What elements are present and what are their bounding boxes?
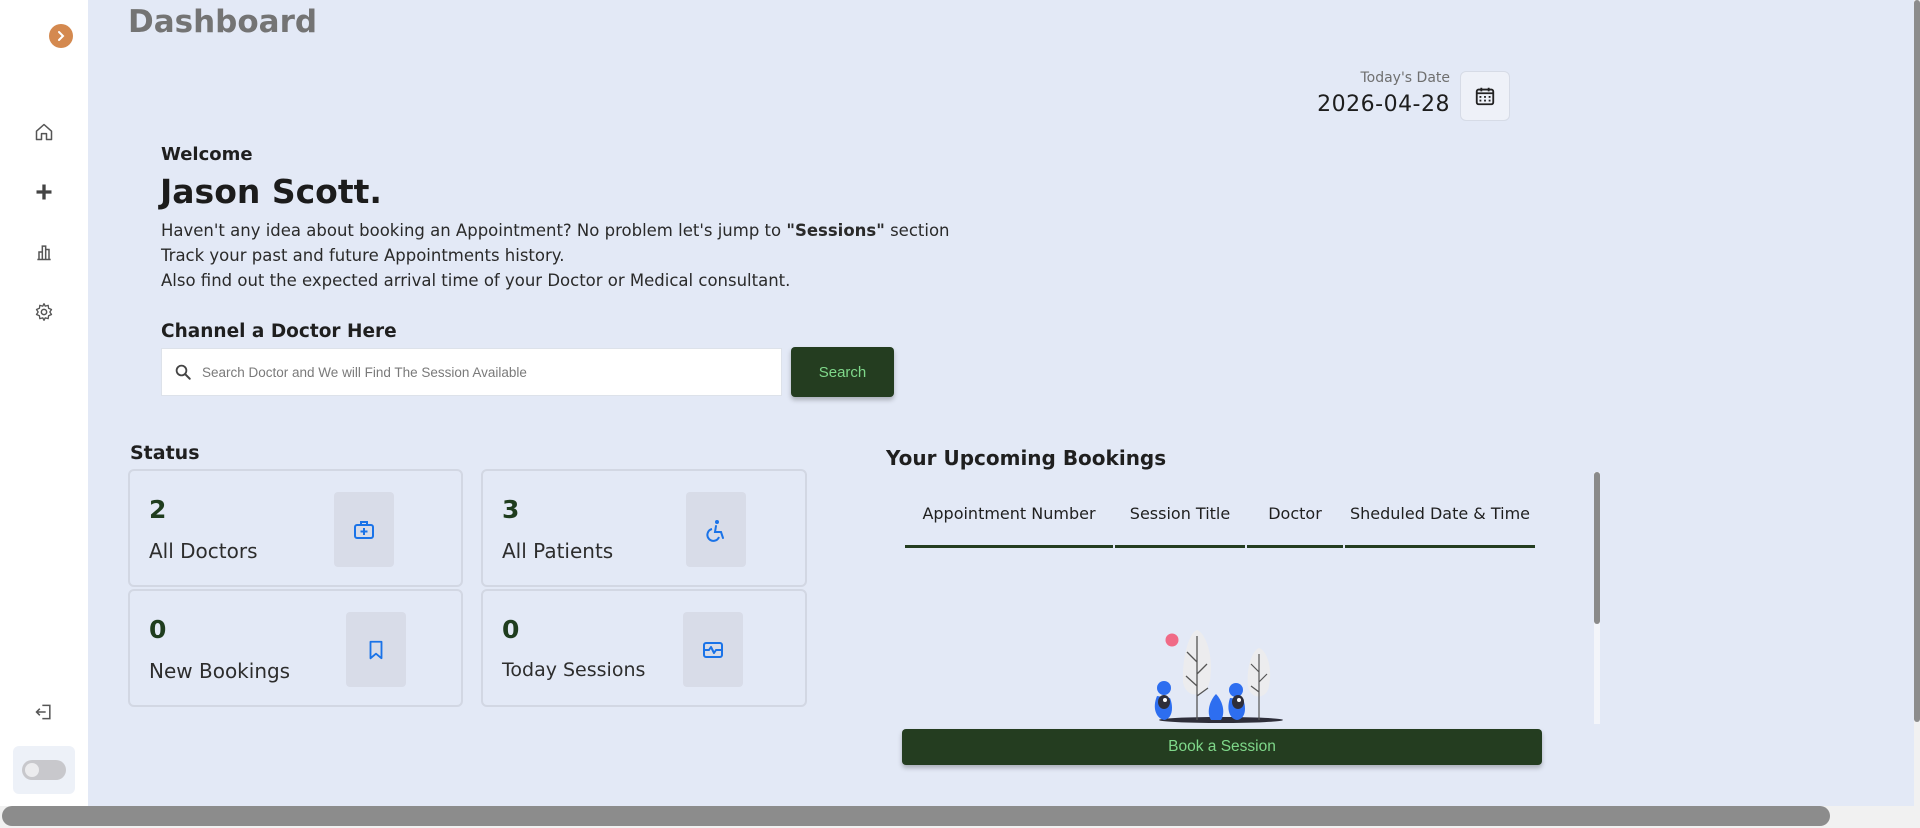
collapse-sidebar-button[interactable]	[49, 24, 73, 48]
bookings-label: New Bookings	[149, 659, 291, 683]
sessions-label: Today Sessions	[502, 659, 646, 681]
search-button[interactable]: Search	[791, 347, 894, 397]
doctors-label: All Doctors	[149, 539, 258, 563]
sidebar-item-stats[interactable]	[32, 240, 56, 264]
intro-text: Haven't any idea about booking an Appoin…	[161, 218, 950, 293]
bar-chart-icon	[37, 245, 51, 261]
sessions-keyword: "Sessions"	[786, 221, 885, 240]
theme-toggle[interactable]	[22, 760, 66, 780]
date-value: 2026-04-28	[1317, 92, 1450, 117]
column-header[interactable]: Doctor	[1247, 482, 1343, 548]
accessible-icon	[706, 519, 724, 542]
sidebar-item-add[interactable]	[32, 180, 56, 204]
home-icon	[35, 123, 53, 141]
sidebar	[0, 0, 88, 810]
vertical-scrollbar[interactable]	[1914, 0, 1920, 722]
status-card-patients[interactable]: 3 All Patients	[481, 469, 807, 587]
logout-button[interactable]	[32, 700, 56, 724]
page-title: Dashboard	[128, 4, 318, 40]
status-card-sessions[interactable]: 0 Today Sessions	[481, 589, 807, 707]
status-card-bookings[interactable]: 0 New Bookings	[128, 589, 463, 707]
bookings-icon-box	[346, 612, 406, 687]
theme-toggle-container	[13, 746, 75, 794]
medical-kit-icon	[354, 520, 374, 539]
plus-icon	[36, 184, 52, 200]
gear-icon	[35, 303, 53, 321]
intro-line-2: Track your past and future Appointments …	[161, 246, 565, 265]
heartbeat-icon	[703, 641, 723, 658]
welcome-heading: Welcome	[161, 144, 253, 165]
column-header[interactable]: Session Title	[1115, 482, 1245, 548]
sessions-count: 0	[502, 615, 520, 644]
doctors-count: 2	[149, 495, 167, 524]
patients-icon-box	[686, 492, 746, 567]
channel-title: Channel a Doctor Here	[161, 321, 397, 342]
column-header[interactable]: Appointment Number	[905, 482, 1113, 548]
logout-icon	[35, 704, 51, 720]
doctors-icon-box	[334, 492, 394, 567]
horizontal-scrollbar[interactable]	[2, 806, 1830, 826]
empty-state-illustration	[1154, 630, 1283, 723]
bookmark-icon	[369, 640, 383, 659]
search-icon	[175, 364, 191, 380]
sessions-icon-box	[683, 612, 743, 687]
bookings-title: Your Upcoming Bookings	[886, 446, 1167, 470]
calendar-button[interactable]	[1460, 71, 1510, 121]
intro-line-1: Haven't any idea about booking an Appoin…	[161, 221, 950, 240]
date-label: Today's Date	[1360, 70, 1450, 86]
column-header[interactable]: Sheduled Date & Time	[1345, 482, 1535, 548]
user-name: Jason Scott.	[160, 172, 382, 211]
search-input[interactable]	[202, 364, 781, 380]
bookings-table-header: Appointment Number Session Title Doctor …	[905, 482, 1537, 548]
patients-count: 3	[502, 495, 520, 524]
sidebar-item-home[interactable]	[32, 120, 56, 144]
patients-label: All Patients	[502, 539, 614, 563]
status-card-doctors[interactable]: 2 All Doctors	[128, 469, 463, 587]
status-title: Status	[130, 442, 200, 464]
calendar-icon	[1475, 87, 1495, 106]
chevron-right-icon	[58, 31, 65, 41]
sidebar-item-settings[interactable]	[32, 300, 56, 324]
search-box	[161, 348, 782, 396]
bookings-scrollbar[interactable]	[1594, 472, 1600, 624]
intro-line-3: Also find out the expected arrival time …	[161, 271, 791, 290]
book-session-button[interactable]: Book a Session	[902, 729, 1542, 765]
bookings-count: 0	[149, 615, 167, 644]
